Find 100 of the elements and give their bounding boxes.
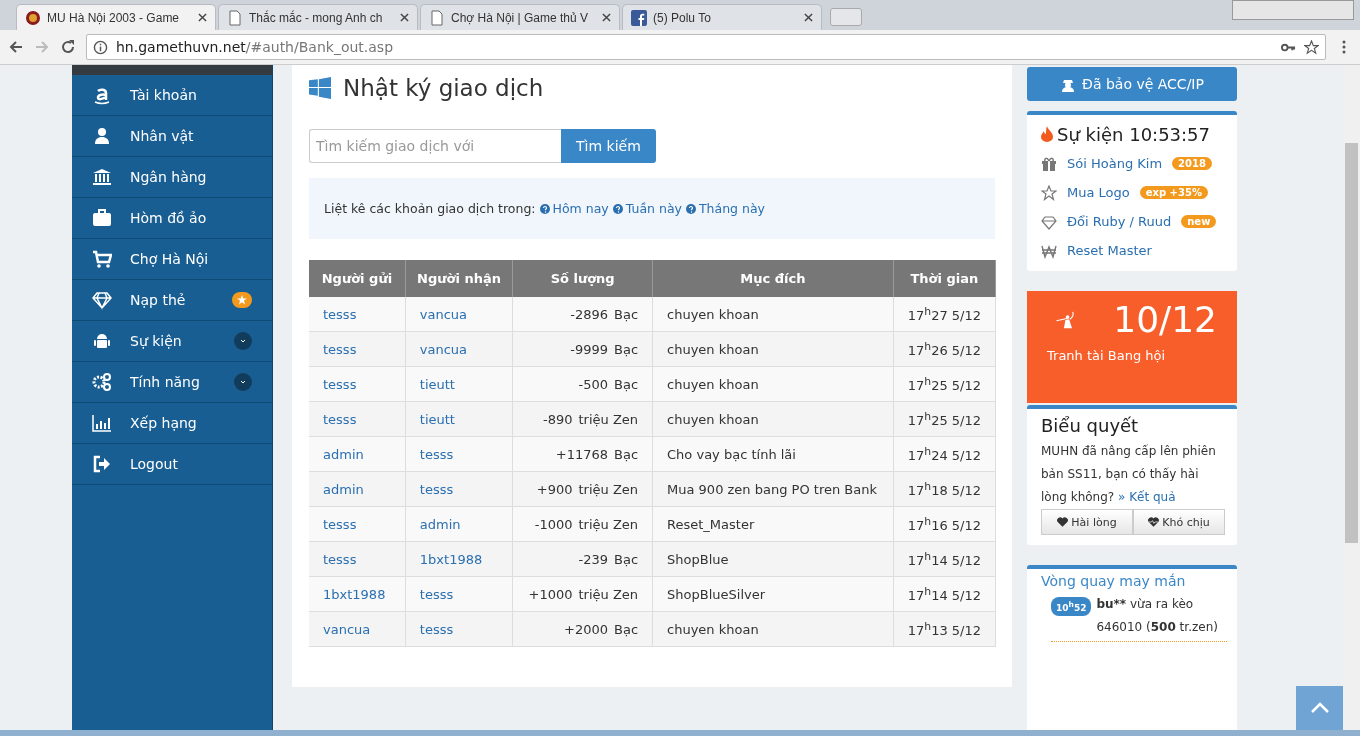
period-link[interactable]: Hôm nay: [539, 201, 609, 216]
transaction-time: 17$^{h}$14 5/12: [907, 588, 981, 604]
receiver-link[interactable]: tesss: [419, 446, 454, 462]
receiver-link[interactable]: tesss: [419, 621, 454, 637]
question-icon: [539, 203, 550, 214]
sender-link[interactable]: admin: [323, 446, 364, 462]
scrollbar-thumb[interactable]: [1345, 143, 1358, 543]
receiver-link[interactable]: tesss: [419, 481, 454, 497]
poll-title: Biểu quyết: [1041, 415, 1140, 436]
sidebar-item[interactable]: Logout: [72, 444, 272, 485]
events-title: Sự kiện 10:53:57: [1057, 123, 1211, 145]
browser-tab[interactable]: MU Hà Nội 2003 - Game: [16, 4, 216, 30]
event-link[interactable]: Sói Hoàng Kim: [1067, 156, 1163, 171]
star-icon[interactable]: [1304, 39, 1319, 55]
page-title: Nhật ký giao dịch: [343, 75, 544, 101]
vote-button[interactable]: Khó chịu: [1133, 509, 1225, 535]
poll-question: MUHN đã nâng cấp lên phiên bản SS11, bạn có thấy hài lòng không? » Kết quả: [1041, 443, 1217, 506]
transaction-time: 17$^{h}$25 5/12: [907, 378, 981, 394]
transaction-time: 17$^{h}$25 5/12: [907, 413, 981, 429]
fire-icon: [1041, 126, 1053, 142]
star-icon: [1041, 184, 1057, 201]
receiver-link[interactable]: tesss: [419, 586, 454, 602]
amount: +2000: [564, 621, 608, 637]
address-field[interactable]: hn.gamethuvn.net/#auth/Bank_out.asp: [86, 34, 1326, 60]
sidebar-item[interactable]: Ngân hàng: [72, 157, 272, 198]
search-button[interactable]: Tìm kiếm: [561, 129, 656, 163]
amount: -239: [578, 551, 608, 567]
sidebar-item[interactable]: Xếp hạng: [72, 403, 272, 444]
sender-link[interactable]: tesss: [323, 376, 357, 392]
results-link[interactable]: » Kết quả: [1118, 490, 1176, 504]
heartbeat-icon: [1148, 517, 1160, 527]
site-logo-icon: [25, 9, 41, 26]
sender-link[interactable]: tesss: [323, 551, 357, 567]
sidebar-item[interactable]: Tài khoản: [72, 75, 272, 116]
currency-unit: Bạc: [614, 376, 639, 392]
bar-chart-icon: [92, 413, 112, 433]
column-header: Thời gian: [893, 260, 996, 297]
currency-unit: Bạc: [614, 551, 639, 567]
back-to-top-button[interactable]: [1296, 686, 1343, 730]
sidebar-item[interactable]: Nạp thẻ: [72, 280, 272, 321]
close-tab-icon[interactable]: [400, 13, 409, 22]
question-icon: [612, 203, 623, 214]
browser-tab[interactable]: Chợ Hà Nội | Game thủ V: [420, 4, 620, 30]
page-icon: [227, 9, 243, 26]
purpose: chuyen khoan: [667, 341, 759, 357]
sidebar-item[interactable]: Sự kiện: [72, 321, 272, 362]
sender-link[interactable]: tesss: [323, 341, 357, 357]
guild-event-card[interactable]: 10/12 Tranh tài Bang hội: [1027, 291, 1237, 403]
sender-link[interactable]: tesss: [323, 306, 357, 322]
back-icon[interactable]: [8, 39, 24, 55]
sidebar-item[interactable]: Chợ Hà Nội: [72, 239, 272, 280]
receiver-link[interactable]: tieutt: [419, 376, 455, 392]
logout-icon: [92, 454, 112, 474]
close-tab-icon[interactable]: [602, 13, 611, 22]
page-icon: [429, 9, 445, 26]
period-link[interactable]: Tháng này: [685, 201, 765, 216]
browser-tab[interactable]: (5) Polu To: [622, 4, 822, 30]
amount: -9999: [570, 341, 608, 357]
currency-unit: triệu Zen: [578, 481, 639, 497]
sender-link[interactable]: tesss: [323, 411, 357, 427]
receiver-link[interactable]: tieutt: [419, 411, 455, 427]
protected-account-button[interactable]: Đã bảo vệ ACC/IP: [1027, 67, 1237, 101]
transaction-time: 17$^{h}$16 5/12: [907, 518, 981, 534]
amount: +900: [536, 481, 573, 497]
facebook-icon: [631, 9, 647, 26]
vote-button[interactable]: Hài lòng: [1041, 509, 1133, 535]
purpose: ShopBlue: [667, 551, 729, 567]
sidebar-item[interactable]: Nhân vật: [72, 116, 272, 157]
amazon-icon: [92, 85, 112, 105]
sender-link[interactable]: tesss: [323, 516, 357, 532]
sidebar-item[interactable]: Hòm đồ ảo: [72, 198, 272, 239]
purpose: chuyen khoan: [667, 621, 759, 637]
heart-icon: [1057, 517, 1069, 527]
currency-unit: Bạc: [614, 446, 639, 462]
info-icon: [93, 39, 108, 55]
receiver-link[interactable]: admin: [419, 516, 461, 532]
close-tab-icon[interactable]: [804, 13, 813, 22]
lucky-wheel-title: Vòng quay may mắn: [1041, 573, 1187, 589]
amount: +11768: [555, 446, 608, 462]
amount: +1000: [528, 586, 573, 602]
event-link[interactable]: Mua Logo: [1067, 185, 1130, 200]
browser-tab[interactable]: Thắc mắc - mong Anh ch: [218, 4, 418, 30]
currency-unit: Bạc: [614, 621, 639, 637]
amount: -1000: [534, 516, 573, 532]
event-link[interactable]: Reset Master: [1067, 243, 1152, 258]
sidebar-item[interactable]: Tính năng: [72, 362, 272, 403]
currency-unit: triệu Zen: [578, 516, 639, 532]
transaction-time: 17$^{h}$13 5/12: [907, 623, 981, 639]
reload-icon[interactable]: [60, 39, 76, 55]
purpose: chuyen khoan: [667, 306, 759, 322]
guild-event-date: 10/12: [1113, 299, 1217, 340]
event-link[interactable]: Đổi Ruby / Ruud: [1067, 214, 1172, 229]
close-tab-icon[interactable]: [198, 13, 207, 22]
search-field[interactable]: Tìm kiếm giao dịch với: [309, 129, 561, 163]
sender-link[interactable]: admin: [323, 481, 364, 497]
diamond-icon: [1041, 213, 1057, 230]
period-link[interactable]: Tuần này: [612, 201, 682, 216]
guild-event-label: Tranh tài Bang hội: [1047, 348, 1167, 363]
purpose: chuyen khoan: [667, 376, 759, 392]
android-icon: [92, 331, 112, 351]
